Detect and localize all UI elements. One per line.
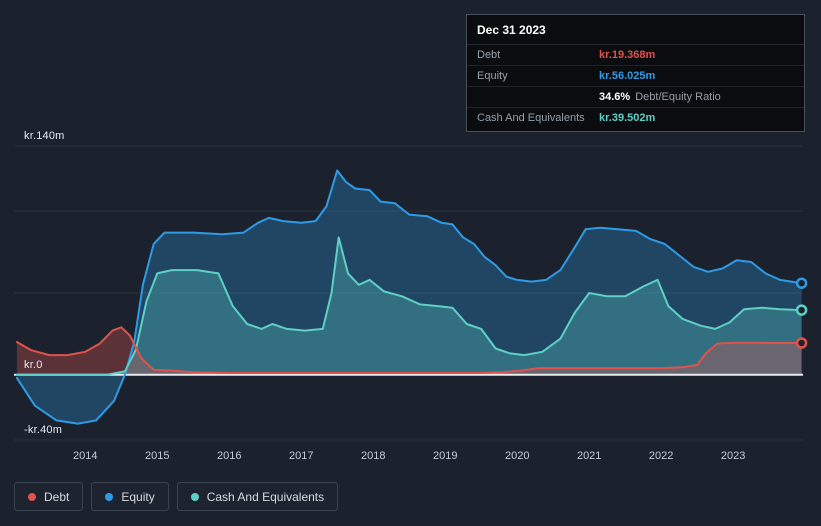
legend-item-equity[interactable]: Equity <box>91 482 169 511</box>
tooltip-row-cash: Cash And Equivalents kr.39.502m <box>467 108 804 131</box>
cash-end-marker[interactable] <box>795 304 808 316</box>
equity-dot-icon <box>105 492 114 501</box>
x-axis-label-2014: 2014 <box>73 450 98 462</box>
date-tooltip: Dec 31 2023 Debt kr.19.368m Equity kr.56… <box>466 14 805 132</box>
debt-label: Debt <box>477 49 501 61</box>
tooltip-row-ratio: 34.6% Debt/Equity Ratio <box>467 87 804 108</box>
legend-label-debt: Debt <box>44 489 70 504</box>
debt-value: kr.19.368m <box>599 49 656 61</box>
equity-value: kr.56.025m <box>599 70 656 82</box>
tooltip-row-equity: Equity kr.56.025m <box>467 66 804 87</box>
equity-end-marker[interactable] <box>795 277 808 289</box>
debt-equity-history-panel: { "colors": { "background": "#1b222d", "… <box>0 0 821 526</box>
legend-label-cash: Cash And Equivalents <box>206 489 325 504</box>
debt-dot-icon <box>28 492 36 501</box>
legend: Debt Equity Cash And Equivalents <box>14 482 339 511</box>
cash-label: Cash And Equivalents <box>477 112 585 124</box>
y-axis-label: kr.0 <box>24 358 43 371</box>
x-axis-label-2023: 2023 <box>720 450 746 462</box>
ratio-percent: 34.6% <box>599 91 631 103</box>
cash-dot-icon <box>190 492 199 501</box>
debt-equity-ratio: 34.6% Debt/Equity Ratio <box>599 91 721 103</box>
y-axis-label: kr.140m <box>24 130 65 142</box>
x-axis-label-2021: 2021 <box>576 450 602 462</box>
x-axis-label-2022: 2022 <box>648 450 674 462</box>
x-axis-label-2019: 2019 <box>432 450 458 462</box>
tooltip-date: Dec 31 2023 <box>467 15 804 45</box>
debt-equity-history-chart[interactable] <box>14 145 808 441</box>
x-axis-label-2015: 2015 <box>145 450 170 462</box>
legend-item-cash[interactable]: Cash And Equivalents <box>176 482 339 511</box>
x-axis-label-2016: 2016 <box>216 450 242 462</box>
x-axis-label-2017: 2017 <box>288 450 314 462</box>
y-axis-label: -kr.40m <box>24 424 63 436</box>
tooltip-row-debt: Debt kr.19.368m <box>467 45 804 66</box>
legend-item-debt[interactable]: Debt <box>14 482 84 511</box>
cash-value: kr.39.502m <box>599 112 656 124</box>
equity-label: Equity <box>477 70 508 82</box>
equity-area <box>16 170 802 424</box>
legend-label-equity: Equity <box>121 489 155 504</box>
x-axis-label-2020: 2020 <box>504 450 530 462</box>
debt-end-marker[interactable] <box>795 337 808 349</box>
x-axis-label-2018: 2018 <box>360 450 386 462</box>
ratio-text: Debt/Equity Ratio <box>635 91 721 103</box>
